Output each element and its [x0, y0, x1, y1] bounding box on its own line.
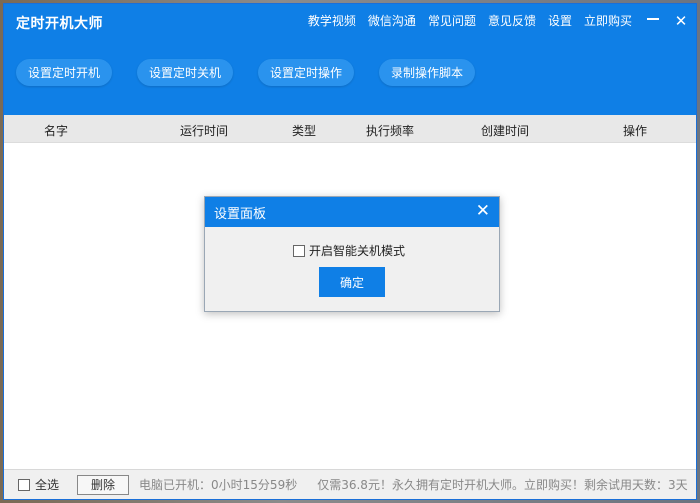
set-scheduled-poweron-button[interactable]: 设置定时开机 — [16, 59, 113, 86]
toolbar: 设置定时开机 设置定时关机 设置定时操作 录制操作脚本 — [16, 59, 500, 86]
column-header-actions[interactable]: 操作 — [623, 122, 647, 139]
menu-tutorial-video[interactable]: 教学视频 — [308, 12, 356, 29]
app-window: 定时开机大师 教学视频 微信沟通 常见问题 意见反馈 设置 立即购买 ✕ 设置定… — [3, 3, 697, 500]
menu-feedback[interactable]: 意见反馈 — [488, 12, 536, 29]
menu-settings[interactable]: 设置 — [548, 12, 572, 29]
menu-wechat-contact[interactable]: 微信沟通 — [368, 12, 416, 29]
app-title: 定时开机大师 — [16, 16, 103, 32]
minimize-icon[interactable] — [646, 14, 660, 28]
column-header-run-time[interactable]: 运行时间 — [180, 122, 228, 139]
dialog-header: 设置面板 ✕ — [205, 197, 499, 227]
smart-shutdown-option[interactable]: 开启智能关机模式 — [293, 242, 405, 259]
column-header-type[interactable]: 类型 — [292, 122, 316, 139]
settings-dialog: 设置面板 ✕ 开启智能关机模式 确定 — [204, 196, 500, 312]
column-header-name[interactable]: 名字 — [44, 122, 68, 139]
status-bar: 全选 删除 电脑已开机：0小时15分59秒 仅需36.8元！永久拥有定时开机大师… — [4, 469, 696, 499]
smart-shutdown-checkbox[interactable] — [293, 244, 305, 257]
smart-shutdown-label: 开启智能关机模式 — [309, 244, 406, 258]
dialog-title: 设置面板 — [214, 206, 267, 222]
delete-button[interactable]: 删除 — [77, 474, 130, 495]
select-all-box[interactable] — [18, 478, 30, 491]
purchase-promo-link[interactable]: 仅需36.8元！永久拥有定时开机大师。立即购买！剩余试用天数：3天 — [317, 476, 687, 493]
set-scheduled-action-button[interactable]: 设置定时操作 — [258, 59, 355, 86]
menu-buy-now[interactable]: 立即购买 — [584, 12, 632, 29]
title-bar: 定时开机大师 教学视频 微信沟通 常见问题 意见反馈 设置 立即购买 ✕ 设置定… — [4, 4, 696, 115]
column-header-created-time[interactable]: 创建时间 — [481, 122, 529, 139]
record-script-button[interactable]: 录制操作脚本 — [379, 59, 476, 86]
select-all-checkbox[interactable]: 全选 — [18, 476, 59, 493]
column-header-frequency[interactable]: 执行频率 — [366, 122, 414, 139]
close-icon[interactable]: ✕ — [674, 13, 688, 28]
set-scheduled-shutdown-button[interactable]: 设置定时关机 — [137, 59, 234, 86]
top-menu: 教学视频 微信沟通 常见问题 意见反馈 设置 立即购买 ✕ — [296, 12, 688, 29]
select-all-label: 全选 — [35, 478, 60, 492]
dialog-close-icon[interactable]: ✕ — [476, 202, 490, 220]
uptime-text: 电脑已开机：0小时15分59秒 — [139, 478, 298, 492]
table-header: 名字 运行时间 类型 执行频率 创建时间 操作 — [4, 115, 696, 143]
menu-faq[interactable]: 常见问题 — [428, 12, 476, 29]
dialog-ok-button[interactable]: 确定 — [319, 267, 385, 297]
